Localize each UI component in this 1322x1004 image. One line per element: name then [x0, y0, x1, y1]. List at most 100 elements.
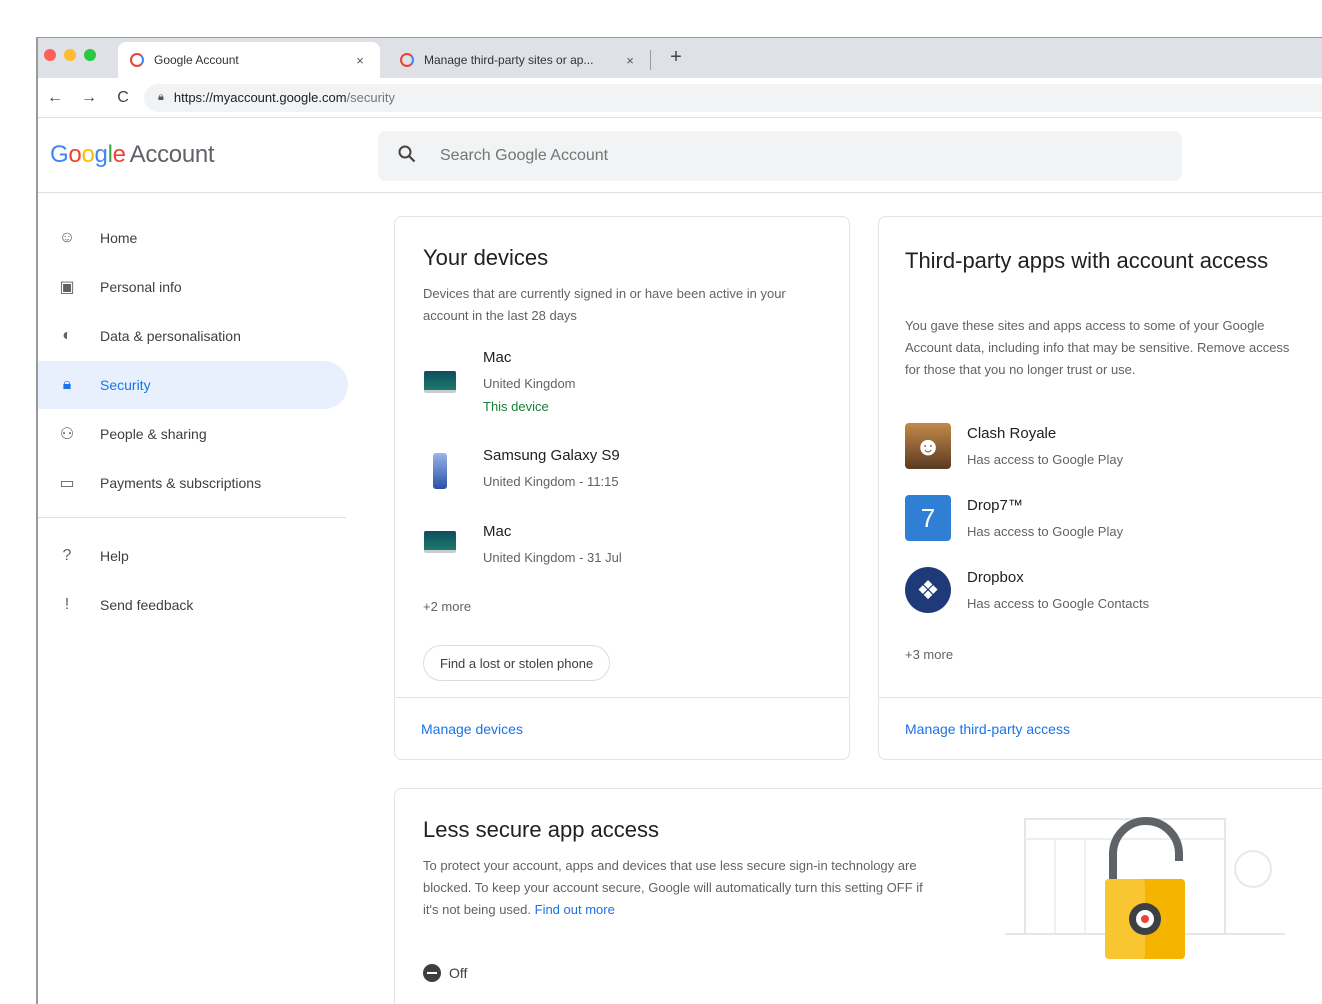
devices-card-footer: Manage devices — [395, 697, 849, 759]
app-access: Has access to Google Play — [967, 524, 1124, 539]
phone-icon — [433, 453, 447, 489]
laptop-icon — [424, 371, 456, 393]
device-name: Mac — [483, 349, 512, 366]
less-secure-card-description: To protect your account, apps and device… — [423, 855, 933, 921]
device-item[interactable]: Samsung Galaxy S9 United Kingdom - 11:15 — [423, 447, 620, 489]
app-item[interactable]: ☻ Clash Royale Has access to Google Play — [905, 423, 1123, 469]
reload-button[interactable]: C — [106, 89, 140, 107]
account-header: Google Account — [38, 119, 1322, 193]
sidebar-item-send-feedback[interactable]: ! Send feedback — [38, 581, 348, 629]
padlock-illustration-icon — [1005, 817, 1285, 959]
app-item[interactable]: 7 Drop7™ Has access to Google Play — [905, 495, 1123, 541]
url-path: /security — [346, 90, 395, 105]
card-icon: ▭ — [59, 475, 75, 492]
logo-letter: g — [94, 141, 108, 168]
tab-title: Manage third-party sites or ap... — [424, 53, 594, 67]
search-bar[interactable] — [378, 131, 1182, 181]
tab-title: Google Account — [154, 53, 239, 67]
search-icon[interactable] — [398, 145, 422, 168]
logo-suffix: Account — [129, 141, 215, 168]
tab-google-account[interactable]: G Google Account × — [118, 42, 380, 78]
search-input[interactable] — [440, 147, 1040, 165]
manage-third-party-link[interactable]: Manage third-party access — [905, 721, 1070, 737]
sidebar-item-data-personalisation[interactable]: ◐ Data & personalisation — [38, 312, 348, 360]
back-button[interactable]: ← — [38, 89, 72, 107]
off-indicator-icon — [423, 964, 441, 982]
sidebar-item-label: Personal info — [100, 279, 182, 295]
app-name: Dropbox — [967, 569, 1024, 586]
find-out-more-link[interactable]: Find out more — [535, 902, 615, 917]
more-devices-link[interactable]: +2 more — [423, 599, 471, 614]
google-favicon-icon: G — [400, 53, 414, 67]
third-party-card-title: Third-party apps with account access — [905, 248, 1269, 273]
this-device-label: This device — [483, 399, 549, 414]
sidebar-item-label: Payments & subscriptions — [100, 475, 262, 491]
url-field[interactable]: 🔒︎ https://myaccount.google.com/security — [144, 83, 1322, 112]
device-location: United Kingdom - 11:15 — [483, 474, 619, 489]
google-account-logo[interactable]: Google Account — [50, 141, 215, 169]
find-phone-button[interactable]: Find a lost or stolen phone — [423, 645, 611, 681]
sidebar-divider — [38, 517, 346, 518]
sidebar-item-label: Home — [100, 230, 138, 246]
close-tab-icon[interactable]: × — [622, 53, 638, 68]
close-window-button[interactable] — [44, 49, 56, 61]
app-name: Drop7™ — [967, 497, 1023, 514]
close-tab-icon[interactable]: × — [352, 53, 368, 68]
browser-window: G Google Account × G Manage third-party … — [36, 37, 1322, 1004]
sidebar: ☺ Home ▣ Personal info ◐ Data & personalisati… — [38, 214, 348, 630]
sidebar-item-people-sharing[interactable]: ⚇ People & sharing — [38, 410, 348, 458]
sidebar-item-help[interactable]: ? Help — [38, 532, 348, 580]
tab-manage-third-party[interactable]: G Manage third-party sites or ap... × — [388, 42, 650, 78]
app-access: Has access to Google Contacts — [967, 596, 1150, 611]
less-secure-card-title: Less secure app access — [423, 817, 660, 842]
forward-button[interactable]: → — [72, 89, 106, 107]
sidebar-item-label: Security — [100, 377, 151, 393]
logo-letter: e — [112, 141, 126, 168]
devices-card-title: Your devices — [423, 245, 549, 270]
dropbox-icon: ❖ — [905, 567, 951, 613]
third-party-card-footer: Manage third-party access — [879, 697, 1322, 759]
sidebar-item-security[interactable]: 🔒︎ Security — [38, 361, 348, 409]
sidebar-item-label: Data & personalisation — [100, 328, 241, 344]
address-bar: ← → C 🔒︎ https://myaccount.google.com/se… — [38, 78, 1322, 118]
laptop-icon — [424, 531, 456, 553]
manage-devices-link[interactable]: Manage devices — [421, 721, 523, 737]
window-controls — [44, 49, 96, 61]
third-party-apps-card: Third-party apps with account access You… — [878, 216, 1322, 760]
clash-royale-icon: ☻ — [905, 423, 951, 469]
devices-card: Your devices Devices that are currently … — [394, 216, 850, 760]
sidebar-item-label: Help — [100, 548, 129, 564]
device-item[interactable]: Mac United Kingdom This device — [423, 349, 576, 414]
less-secure-toggle[interactable]: Off — [423, 964, 467, 982]
logo-letter: G — [50, 141, 69, 168]
tab-strip: G Google Account × G Manage third-party … — [38, 38, 1322, 78]
device-location: United Kingdom — [483, 376, 576, 391]
maximize-window-button[interactable] — [84, 49, 96, 61]
sidebar-item-personal-info[interactable]: ▣ Personal info — [38, 263, 348, 311]
sidebar-item-label: People & sharing — [100, 426, 207, 442]
feedback-icon: ! — [64, 596, 70, 613]
toggle-icon: ◐ — [62, 327, 72, 344]
toggle-state-label: Off — [449, 965, 468, 981]
sidebar-item-home[interactable]: ☺ Home — [38, 214, 348, 262]
app-item[interactable]: ❖ Dropbox Has access to Google Contacts — [905, 567, 1149, 613]
new-tab-button[interactable]: + — [666, 46, 686, 69]
home-icon: ☺ — [58, 229, 76, 246]
google-favicon-icon: G — [130, 53, 144, 67]
more-apps-link[interactable]: +3 more — [905, 647, 953, 662]
sidebar-item-payments-subscriptions[interactable]: ▭ Payments & subscriptions — [38, 459, 348, 507]
device-item[interactable]: Mac United Kingdom - 31 Jul — [423, 523, 622, 565]
less-secure-description-text: To protect your account, apps and device… — [423, 858, 923, 917]
google-wordmark: Google — [50, 141, 126, 168]
sidebar-item-label: Send feedback — [100, 597, 194, 613]
tab-divider — [650, 50, 651, 70]
minimize-window-button[interactable] — [64, 49, 76, 61]
devices-card-description: Devices that are currently signed in or … — [423, 286, 786, 323]
lock-icon: 🔒︎ — [158, 91, 164, 103]
id-card-icon: ▣ — [59, 279, 75, 296]
app-name: Clash Royale — [967, 425, 1057, 442]
device-name: Samsung Galaxy S9 — [483, 447, 620, 464]
logo-letter: o — [81, 141, 95, 168]
people-icon: ⚇ — [59, 426, 75, 443]
device-name: Mac — [483, 523, 512, 540]
